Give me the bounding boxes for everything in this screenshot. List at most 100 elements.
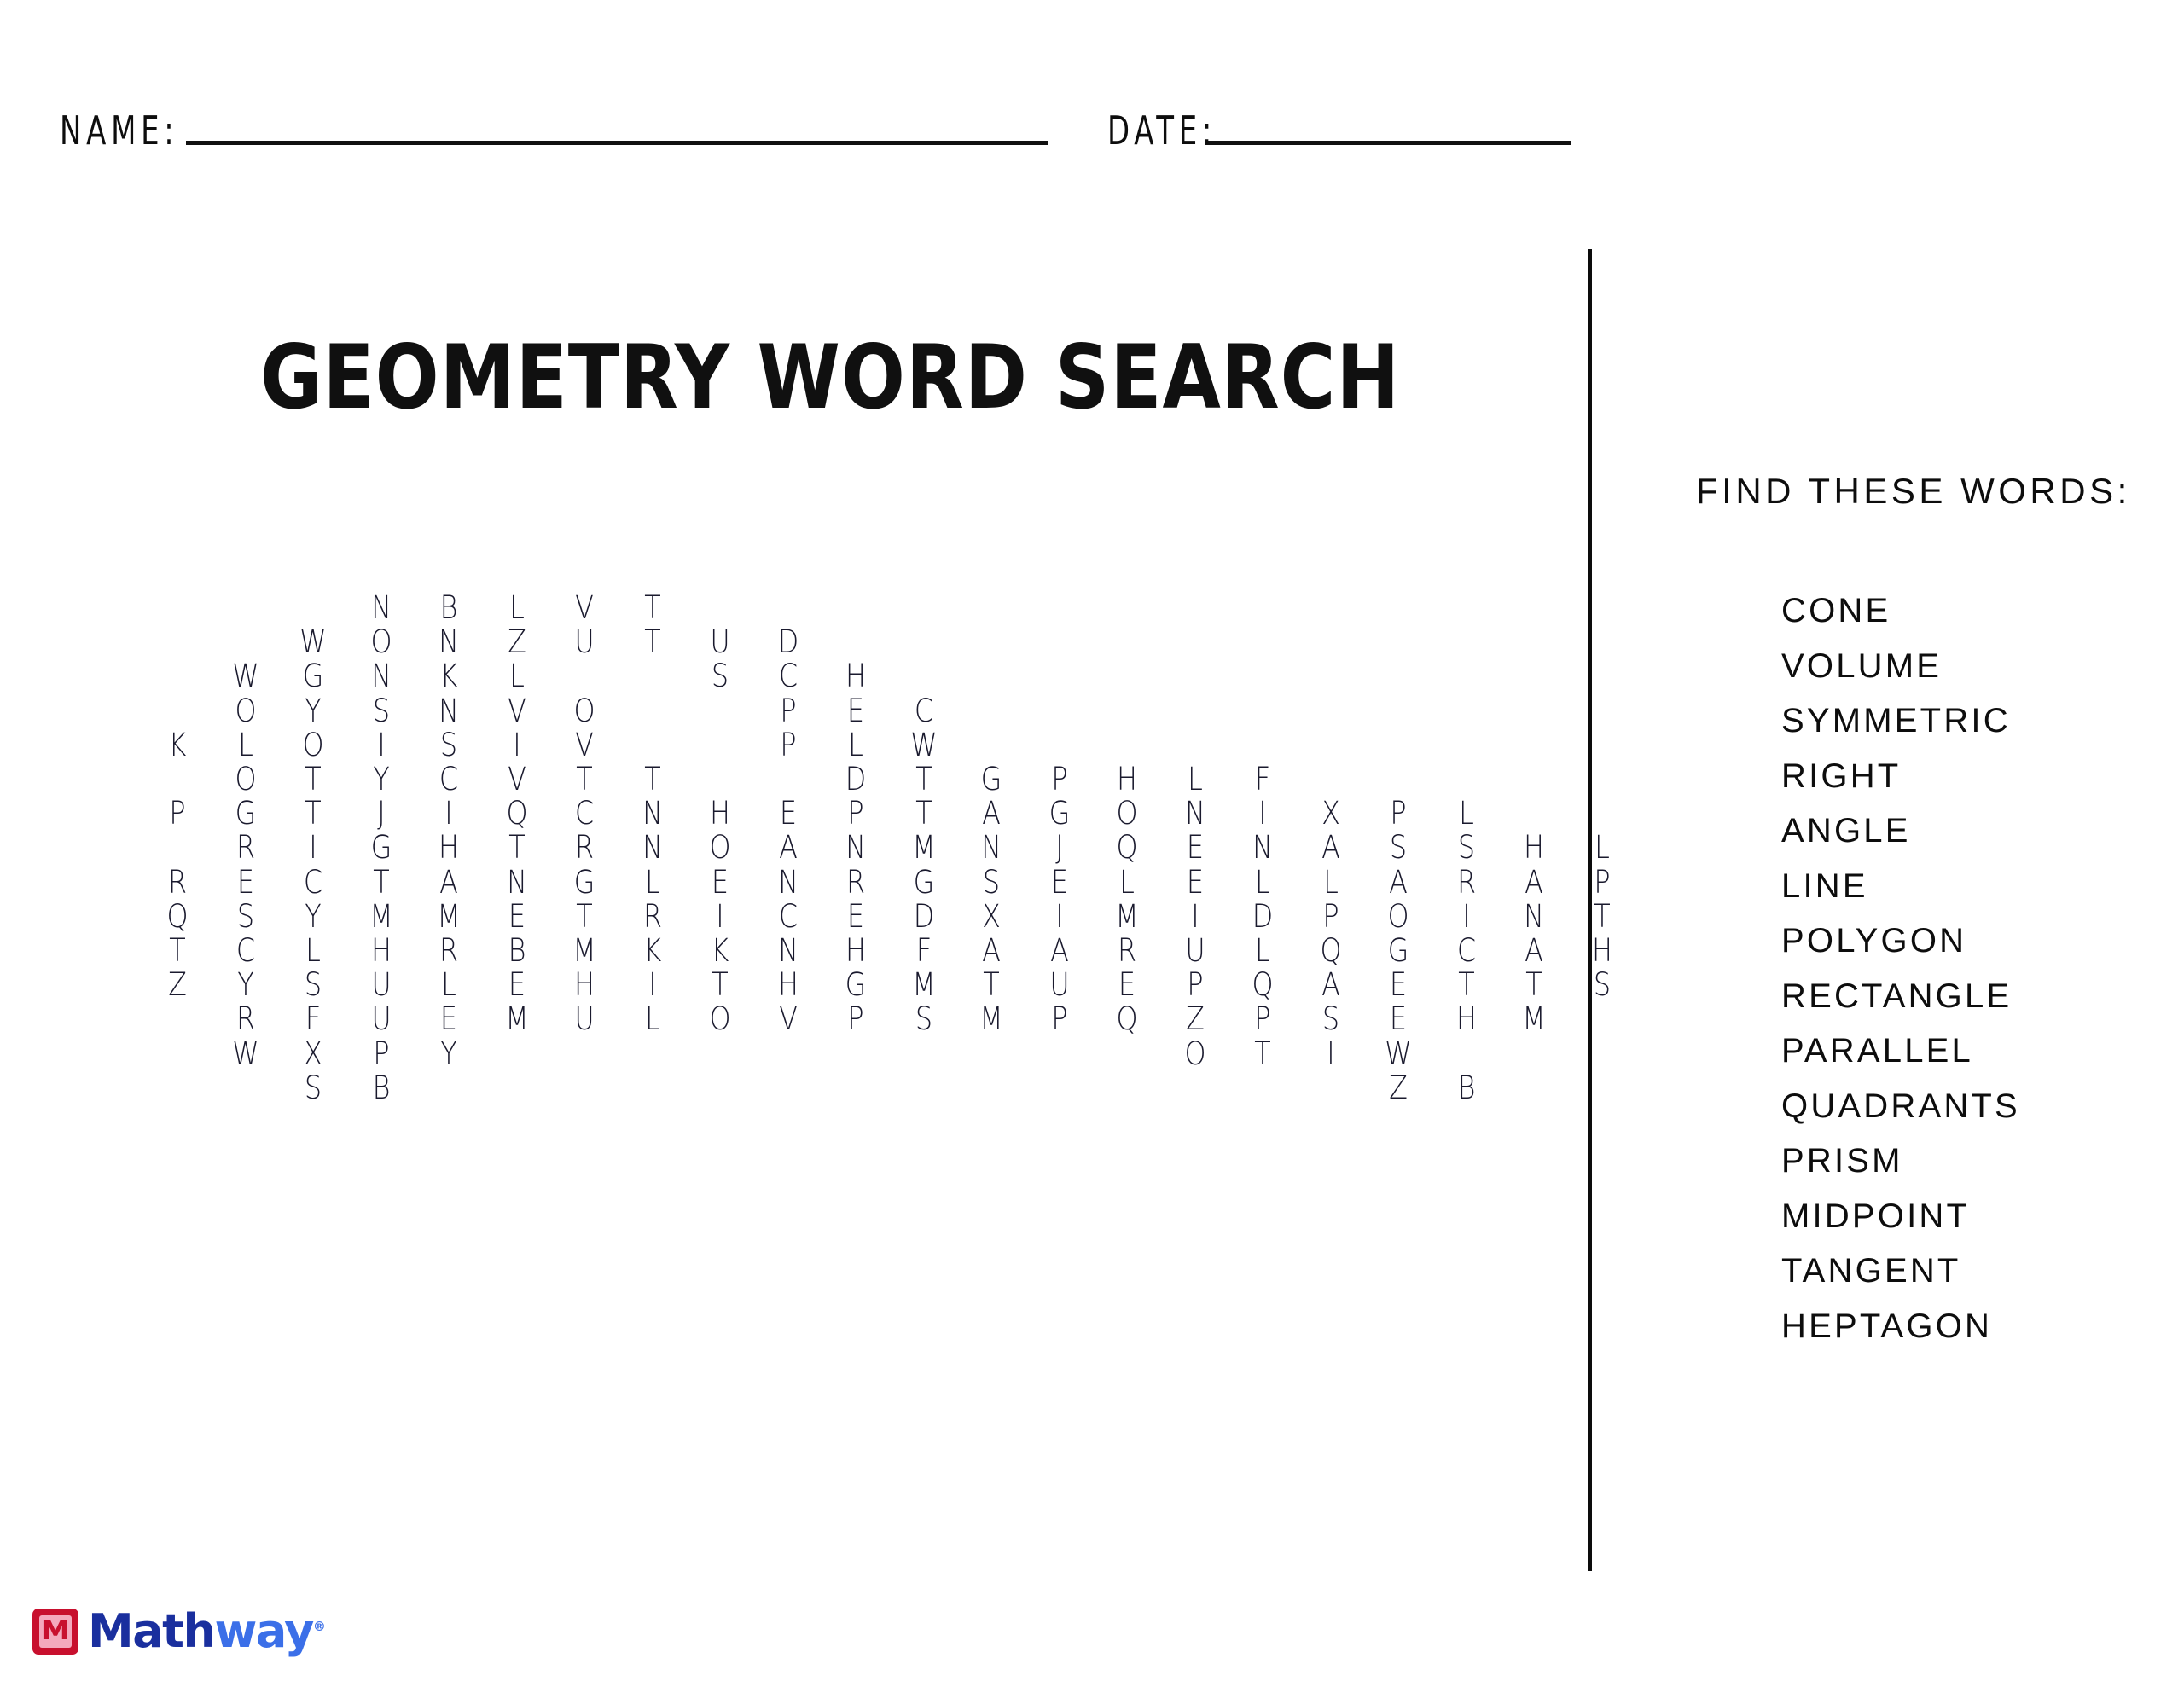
grid-letter[interactable]: I bbox=[434, 796, 463, 832]
grid-letter[interactable]: K bbox=[637, 933, 666, 969]
grid-letter[interactable]: U bbox=[1044, 967, 1073, 1003]
grid-letter[interactable]: E bbox=[706, 864, 735, 901]
grid-letter[interactable]: I bbox=[1316, 1035, 1345, 1072]
grid-letter[interactable]: J bbox=[1044, 830, 1073, 866]
grid-letter[interactable]: M bbox=[1519, 1001, 1548, 1037]
grid-letter[interactable]: E bbox=[1112, 967, 1141, 1003]
grid-letter[interactable]: R bbox=[637, 898, 666, 935]
grid-letter[interactable]: P bbox=[1044, 762, 1073, 797]
grid-letter[interactable]: N bbox=[502, 864, 531, 901]
word-list-item[interactable]: PARALLEL bbox=[1781, 1023, 2020, 1079]
grid-letter[interactable]: I bbox=[706, 898, 735, 935]
grid-letter[interactable]: W bbox=[909, 727, 938, 763]
grid-letter[interactable]: V bbox=[773, 1001, 802, 1037]
grid-letter[interactable]: V bbox=[570, 727, 599, 763]
grid-letter[interactable]: O bbox=[1180, 1035, 1209, 1072]
grid-letter[interactable]: Z bbox=[1180, 1001, 1209, 1037]
grid-letter[interactable]: N bbox=[1519, 898, 1548, 935]
grid-letter[interactable]: J bbox=[366, 796, 395, 832]
grid-letter[interactable]: Q bbox=[1316, 933, 1345, 969]
grid-letter[interactable]: H bbox=[841, 933, 870, 969]
grid-letter[interactable]: T bbox=[909, 762, 938, 797]
grid-letter[interactable]: G bbox=[909, 864, 938, 901]
grid-letter[interactable]: O bbox=[230, 693, 259, 729]
grid-letter[interactable]: W bbox=[230, 658, 259, 694]
grid-letter[interactable]: N bbox=[637, 830, 666, 866]
word-search-grid[interactable]: NBLVTWONZUTUDWGNKLSCHOYSNVOPECKLOISIVPLW… bbox=[0, 0, 1612, 1450]
grid-letter[interactable]: D bbox=[773, 624, 802, 660]
grid-letter[interactable]: S bbox=[299, 967, 328, 1003]
grid-letter[interactable]: M bbox=[570, 933, 599, 969]
grid-letter[interactable]: E bbox=[1044, 864, 1073, 901]
grid-letter[interactable]: R bbox=[230, 830, 259, 866]
grid-letter[interactable]: H bbox=[841, 658, 870, 694]
grid-letter[interactable]: F bbox=[299, 1001, 328, 1037]
grid-letter[interactable]: A bbox=[1044, 933, 1073, 969]
grid-letter[interactable]: V bbox=[502, 762, 531, 797]
grid-letter[interactable]: G bbox=[1044, 796, 1073, 832]
grid-letter[interactable]: R bbox=[841, 864, 870, 901]
grid-letter[interactable]: H bbox=[773, 967, 802, 1003]
grid-letter[interactable]: C bbox=[909, 693, 938, 729]
grid-letter[interactable]: O bbox=[230, 762, 259, 797]
grid-letter[interactable]: W bbox=[1384, 1035, 1413, 1072]
grid-letter[interactable]: C bbox=[570, 796, 599, 832]
grid-letter[interactable]: Z bbox=[1384, 1070, 1413, 1106]
grid-letter[interactable]: A bbox=[773, 830, 802, 866]
grid-letter[interactable]: T bbox=[637, 762, 666, 797]
grid-letter[interactable]: R bbox=[230, 1001, 259, 1037]
grid-letter[interactable]: S bbox=[299, 1070, 328, 1106]
grid-letter[interactable]: T bbox=[637, 624, 666, 660]
grid-letter[interactable]: I bbox=[1044, 898, 1073, 935]
grid-letter[interactable]: K bbox=[706, 933, 735, 969]
grid-letter[interactable]: N bbox=[434, 693, 463, 729]
grid-letter[interactable]: O bbox=[1384, 898, 1413, 935]
grid-letter[interactable]: E bbox=[1384, 967, 1413, 1003]
grid-letter[interactable]: T bbox=[299, 796, 328, 832]
grid-letter[interactable]: P bbox=[1044, 1001, 1073, 1037]
grid-letter[interactable]: M bbox=[434, 898, 463, 935]
grid-letter[interactable]: P bbox=[1248, 1001, 1277, 1037]
grid-letter[interactable]: K bbox=[163, 727, 192, 763]
grid-letter[interactable]: E bbox=[773, 796, 802, 832]
grid-letter[interactable]: H bbox=[1451, 1001, 1480, 1037]
word-list-item[interactable]: RIGHT bbox=[1781, 749, 2020, 804]
grid-letter[interactable]: V bbox=[570, 590, 599, 626]
grid-letter[interactable]: E bbox=[1180, 830, 1209, 866]
grid-letter[interactable]: G bbox=[230, 796, 259, 832]
grid-letter[interactable]: Q bbox=[163, 898, 192, 935]
grid-letter[interactable]: T bbox=[1451, 967, 1480, 1003]
grid-letter[interactable]: C bbox=[773, 898, 802, 935]
grid-letter[interactable]: L bbox=[1112, 864, 1141, 901]
grid-letter[interactable]: A bbox=[977, 796, 1006, 832]
grid-letter[interactable]: L bbox=[299, 933, 328, 969]
grid-letter[interactable]: H bbox=[570, 967, 599, 1003]
word-list-item[interactable]: RECTANGLE bbox=[1781, 969, 2020, 1024]
word-list-item[interactable]: HEPTAGON bbox=[1781, 1299, 2020, 1354]
word-list-item[interactable]: SYMMETRIC bbox=[1781, 693, 2020, 749]
grid-letter[interactable]: R bbox=[1112, 933, 1141, 969]
grid-letter[interactable]: O bbox=[706, 1001, 735, 1037]
grid-letter[interactable]: D bbox=[1248, 898, 1277, 935]
grid-letter[interactable]: D bbox=[909, 898, 938, 935]
grid-letter[interactable]: K bbox=[434, 658, 463, 694]
grid-letter[interactable]: L bbox=[502, 590, 531, 626]
grid-letter[interactable]: E bbox=[841, 898, 870, 935]
grid-letter[interactable]: G bbox=[1384, 933, 1413, 969]
grid-letter[interactable]: T bbox=[502, 830, 531, 866]
grid-letter[interactable]: G bbox=[570, 864, 599, 901]
grid-letter[interactable]: T bbox=[366, 864, 395, 901]
grid-letter[interactable]: U bbox=[706, 624, 735, 660]
grid-letter[interactable]: P bbox=[366, 1035, 395, 1072]
grid-letter[interactable]: E bbox=[502, 898, 531, 935]
word-list-item[interactable]: CONE bbox=[1781, 583, 2020, 639]
grid-letter[interactable]: N bbox=[773, 933, 802, 969]
grid-letter[interactable]: C bbox=[1451, 933, 1480, 969]
grid-letter[interactable]: N bbox=[1248, 830, 1277, 866]
grid-letter[interactable]: Z bbox=[163, 967, 192, 1003]
grid-letter[interactable]: R bbox=[1451, 864, 1480, 901]
grid-letter[interactable]: Y bbox=[434, 1035, 463, 1072]
grid-letter[interactable]: Q bbox=[502, 796, 531, 832]
grid-letter[interactable]: M bbox=[502, 1001, 531, 1037]
grid-letter[interactable]: H bbox=[1519, 830, 1548, 866]
